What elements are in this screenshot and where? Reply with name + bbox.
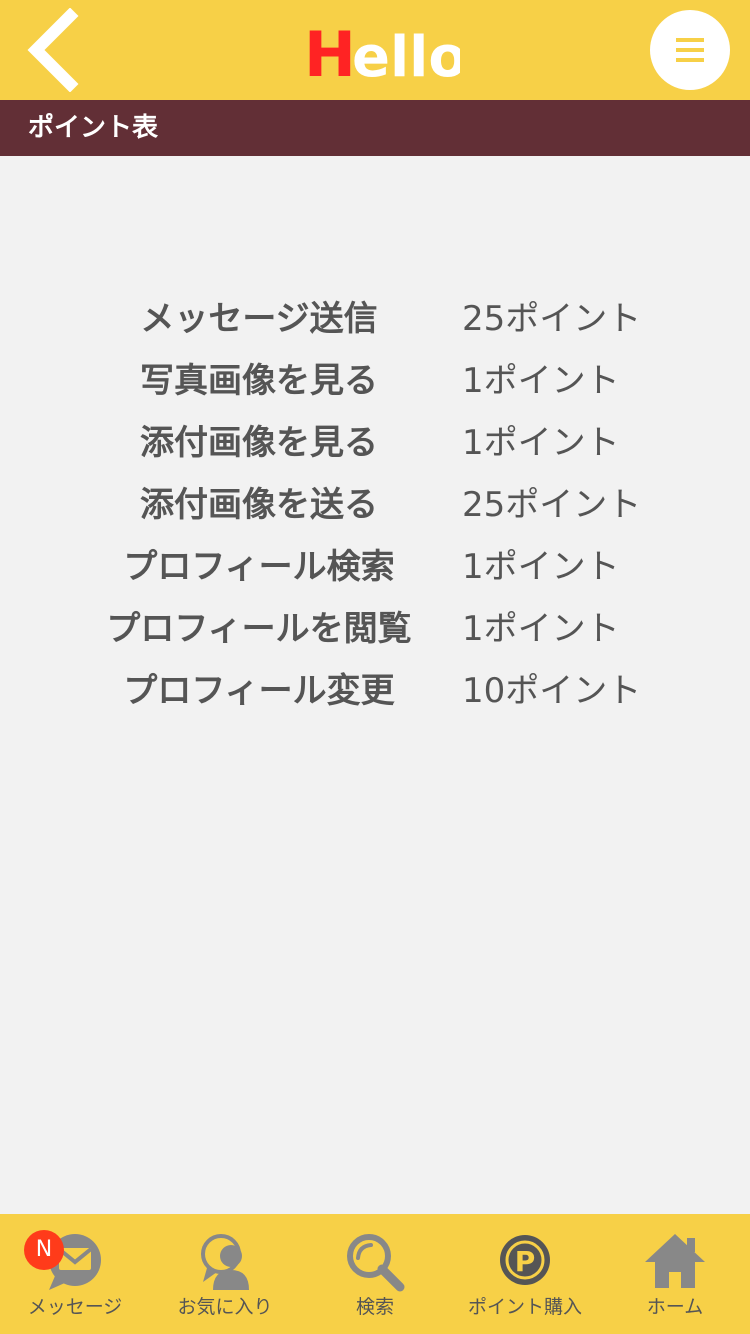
points-value: 25ポイント bbox=[462, 485, 642, 525]
points-value: 25ポイント bbox=[462, 299, 642, 339]
favorites-icon bbox=[201, 1234, 249, 1290]
action-label: プロフィール検索 bbox=[123, 547, 395, 587]
table-row: プロフィール検索 1ポイント bbox=[0, 536, 750, 598]
tab-label: お気に入り bbox=[177, 1296, 273, 1318]
tab-label: メッセージ bbox=[27, 1296, 123, 1318]
table-row: プロフィール変更 10ポイント bbox=[0, 660, 750, 722]
tab-home[interactable]: ホーム bbox=[600, 1214, 750, 1334]
table-row: プロフィールを閲覧 1ポイント bbox=[0, 598, 750, 660]
svg-text:P: P bbox=[515, 1245, 536, 1278]
menu-button[interactable] bbox=[650, 10, 730, 90]
bottom-tab-bar: N メッセージ お気に入り 検索 P ポイント購入 ホーム bbox=[0, 1214, 750, 1334]
page-title-bar: ポイント表 bbox=[0, 100, 750, 156]
action-label: メッセージ送信 bbox=[140, 299, 378, 339]
tab-search[interactable]: 検索 bbox=[300, 1214, 450, 1334]
tab-point-purchase[interactable]: P ポイント購入 bbox=[450, 1214, 600, 1334]
table-row: メッセージ送信 25ポイント bbox=[0, 288, 750, 350]
chevron-left-icon bbox=[27, 7, 79, 93]
action-label: 写真画像を見る bbox=[140, 361, 378, 401]
point-coin-icon: P bbox=[500, 1235, 550, 1285]
new-badge: N bbox=[24, 1230, 64, 1270]
points-value: 1ポイント bbox=[462, 423, 620, 463]
action-label: 添付画像を見る bbox=[140, 423, 378, 463]
tab-label: ポイント購入 bbox=[467, 1296, 582, 1318]
page-title: ポイント表 bbox=[28, 113, 159, 143]
points-value: 10ポイント bbox=[462, 671, 642, 711]
svg-text:ello: ello bbox=[352, 25, 460, 88]
hello-logo: H ello bbox=[290, 8, 467, 91]
table-row: 写真画像を見る 1ポイント bbox=[0, 350, 750, 412]
points-value: 1ポイント bbox=[462, 547, 620, 587]
tab-favorites[interactable]: お気に入り bbox=[150, 1214, 300, 1334]
svg-text:H: H bbox=[304, 18, 356, 88]
points-table: メッセージ送信 25ポイント 写真画像を見る 1ポイント 添付画像を見る 1ポイ… bbox=[0, 288, 750, 722]
action-label: プロフィール変更 bbox=[123, 671, 395, 711]
tab-label: ホーム bbox=[646, 1296, 704, 1318]
search-icon bbox=[347, 1234, 405, 1292]
app-header: H ello bbox=[0, 0, 750, 100]
table-row: 添付画像を送る 25ポイント bbox=[0, 474, 750, 536]
hamburger-icon bbox=[676, 38, 704, 62]
points-value: 1ポイント bbox=[462, 361, 620, 401]
tab-message[interactable]: N メッセージ bbox=[0, 1214, 150, 1334]
back-button[interactable] bbox=[18, 7, 88, 93]
tab-label: 検索 bbox=[355, 1296, 394, 1318]
action-label: プロフィールを閲覧 bbox=[106, 609, 412, 649]
table-row: 添付画像を見る 1ポイント bbox=[0, 412, 750, 474]
home-icon bbox=[645, 1234, 705, 1288]
action-label: 添付画像を送る bbox=[140, 485, 378, 525]
points-value: 1ポイント bbox=[462, 609, 620, 649]
